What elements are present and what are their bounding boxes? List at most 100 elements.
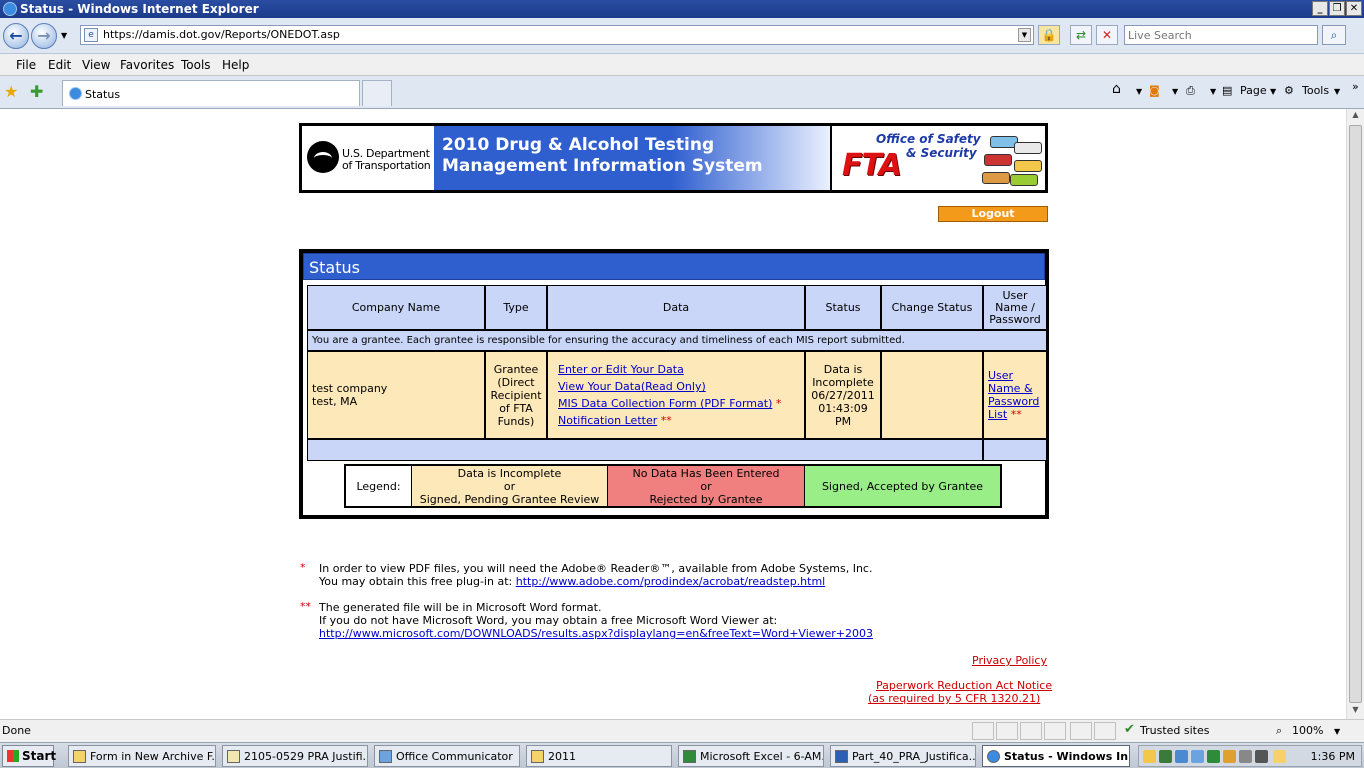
taskbar-item-pra-mail[interactable]: 2105-0529 PRA Justifi... [222, 745, 368, 767]
page-content: U.S. Department of Transportation 2010 D… [0, 109, 1346, 719]
tray-icon-4[interactable] [1191, 750, 1204, 763]
restore-button[interactable]: ❐ [1329, 1, 1345, 16]
start-button[interactable]: Start [2, 745, 57, 767]
mis-form-pdf-link[interactable]: MIS Data Collection Form (PDF Format) [558, 397, 772, 410]
menu-tools[interactable]: Tools [181, 58, 211, 72]
rail-icon [1010, 174, 1038, 186]
address-dropdown-icon[interactable]: ▼ [1018, 28, 1031, 42]
search-box[interactable] [1124, 25, 1318, 45]
browser-status-bar: Done ✔ Trusted sites ⌕ 100% ▼ [0, 719, 1364, 742]
menu-file[interactable]: File [16, 58, 36, 72]
vertical-scrollbar[interactable]: ▲ ▼ [1346, 109, 1364, 719]
word-viewer-link[interactable]: http://www.microsoft.com/DOWNLOADS/resul… [319, 627, 873, 640]
taskbar-item-form-archive[interactable]: Form in New Archive F... [68, 745, 216, 767]
page-dropdown-icon[interactable]: ▼ [1270, 87, 1276, 96]
lock-icon[interactable]: 🔒 [1038, 25, 1060, 45]
tray-icon-5[interactable] [1207, 750, 1220, 763]
tools-gear-icon: ⚙ [1284, 84, 1294, 97]
logout-button[interactable]: Logout [938, 206, 1048, 222]
train-icon [1014, 142, 1042, 154]
paperwork-notice-link[interactable]: Paperwork Reduction Act Notice [876, 679, 1052, 692]
cfr-reference-link[interactable]: (as required by 5 CFR 1320.21) [868, 692, 1040, 705]
more-commands-icon[interactable]: » [1352, 80, 1359, 93]
trusted-check-icon: ✔ [1124, 722, 1135, 737]
enter-edit-data-link[interactable]: Enter or Edit Your Data [558, 363, 684, 376]
zoom-level[interactable]: 100% [1292, 724, 1323, 737]
clock[interactable]: 1:36 PM [1311, 750, 1355, 763]
history-dropdown-icon[interactable]: ▼ [61, 31, 67, 40]
privacy-policy-link[interactable]: Privacy Policy [972, 654, 1047, 667]
home-icon[interactable]: ⌂ [1112, 81, 1121, 97]
view-data-link[interactable]: View Your Data(Read Only) [558, 380, 706, 393]
scroll-down-icon[interactable]: ▼ [1347, 705, 1364, 719]
header-type: Type [485, 285, 547, 330]
system-tray: 1:36 PM [1138, 745, 1362, 767]
feeds-dropdown-icon[interactable]: ▼ [1172, 87, 1178, 96]
scroll-up-icon[interactable]: ▲ [1347, 110, 1364, 124]
security-shield-icon[interactable] [1273, 750, 1286, 763]
tray-icon-2[interactable] [1159, 750, 1172, 763]
status-legend: Legend: Data is Incomplete or Signed, Pe… [344, 464, 1002, 508]
network-icon[interactable] [1255, 750, 1268, 763]
menu-bar: File Edit View Favorites Tools Help [0, 54, 1364, 76]
legend-no-data: No Data Has Been Entered or Rejected by … [608, 466, 805, 506]
tray-icon-1[interactable] [1143, 750, 1156, 763]
back-button[interactable]: ← [3, 23, 29, 49]
status-pane-3 [1020, 722, 1042, 740]
new-tab-button[interactable] [362, 80, 392, 106]
mis-title-area: 2010 Drug & Alcohol Testing Management I… [434, 126, 830, 190]
taskbar-item-word-doc[interactable]: Part_40_PRA_Justifica... [830, 745, 976, 767]
address-field[interactable]: e https://damis.dot.gov/Reports/ONEDOT.a… [80, 25, 1034, 45]
zoom-icon: ⌕ [1276, 724, 1283, 737]
note1-line2: You may obtain this free plug-in at: [319, 575, 516, 588]
add-favorite-icon[interactable]: ✚ [30, 82, 43, 101]
search-input[interactable] [1125, 26, 1317, 44]
taskbar-item-2011-folder[interactable]: 2011 [526, 745, 672, 767]
start-label: Start [22, 749, 57, 763]
menu-favorites[interactable]: Favorites [120, 58, 174, 72]
status-cell: Data is Incomplete 06/27/2011 01:43:09 P… [805, 351, 881, 439]
security-zone[interactable]: Trusted sites [1140, 724, 1210, 737]
bus-2-icon [982, 172, 1010, 184]
windows-taskbar: Start Form in New Archive F... 2105-0529… [0, 742, 1364, 768]
blank-row [307, 439, 983, 461]
page-menu-icon: ▤ [1222, 84, 1233, 97]
tray-icon-6[interactable] [1223, 750, 1236, 763]
minimize-button[interactable]: _ [1312, 1, 1328, 16]
print-dropdown-icon[interactable]: ▼ [1210, 87, 1216, 96]
zoom-dropdown-icon[interactable]: ▼ [1334, 727, 1340, 736]
communicator-icon [379, 750, 392, 763]
taskbar-item-excel[interactable]: Microsoft Excel - 6-AM... [678, 745, 824, 767]
forward-button[interactable]: → [31, 23, 57, 49]
taskbar-item-communicator[interactable]: Office Communicator [374, 745, 520, 767]
window-title: Status - Windows Internet Explorer [20, 2, 259, 16]
status-pane-4 [1044, 722, 1066, 740]
tab-status[interactable]: Status [62, 80, 360, 106]
tools-menu[interactable]: Tools [1302, 84, 1329, 97]
tools-dropdown-icon[interactable]: ▼ [1334, 87, 1340, 96]
print-icon[interactable]: ⎙ [1186, 84, 1195, 98]
taskbar-label: Part_40_PRA_Justifica... [852, 750, 976, 763]
search-icon[interactable]: ⌕ [1322, 25, 1346, 45]
taskbar-item-ie-status[interactable]: Status - Windows In... [982, 745, 1130, 767]
header-company-name: Company Name [307, 285, 485, 330]
grantee-note: You are a grantee. Each grantee is respo… [307, 330, 1047, 351]
page-menu[interactable]: Page [1240, 84, 1267, 97]
tray-icon-7[interactable] [1239, 750, 1252, 763]
favorites-star-icon[interactable]: ★ [4, 82, 18, 101]
tray-icon-3[interactable] [1175, 750, 1188, 763]
adobe-reader-link[interactable]: http://www.adobe.com/prodindex/acrobat/r… [516, 575, 826, 588]
notification-letter-link[interactable]: Notification Letter [558, 414, 657, 427]
menu-edit[interactable]: Edit [48, 58, 71, 72]
header-data: Data [547, 285, 805, 330]
menu-help[interactable]: Help [222, 58, 249, 72]
taskbar-label: 2011 [548, 750, 576, 763]
user-list-footnote-marker: ** [1010, 408, 1022, 421]
scroll-thumb[interactable] [1349, 125, 1362, 703]
menu-view[interactable]: View [82, 58, 110, 72]
refresh-icon[interactable]: ⇄ [1070, 25, 1092, 45]
stop-icon[interactable]: ✕ [1096, 25, 1118, 45]
feeds-icon[interactable]: ◙ [1149, 84, 1160, 97]
close-window-button[interactable]: ✕ [1346, 1, 1362, 16]
home-dropdown-icon[interactable]: ▼ [1136, 87, 1142, 96]
